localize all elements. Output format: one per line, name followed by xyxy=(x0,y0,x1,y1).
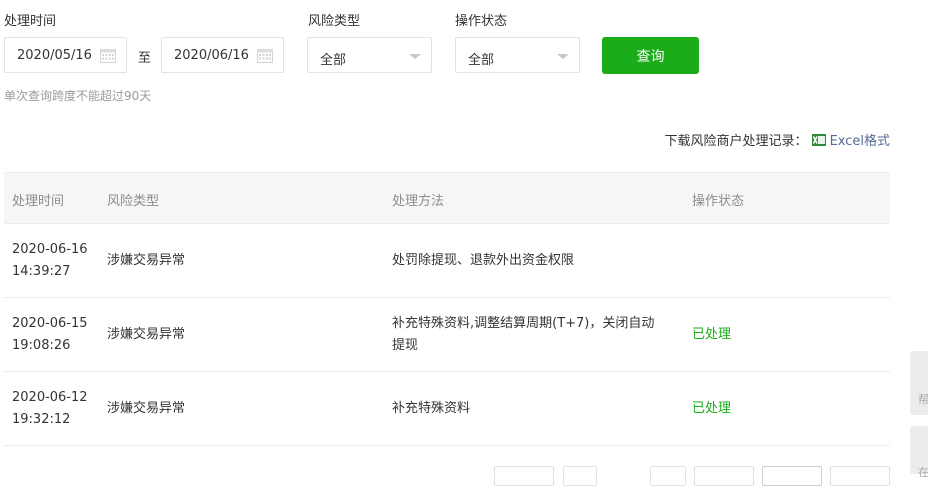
row-status: 已处理 xyxy=(692,401,732,416)
chevron-down-icon xyxy=(409,54,421,59)
row-time: 2020-06-15 19:08:26 xyxy=(12,316,88,353)
start-date-input[interactable]: 2020/05/16 xyxy=(4,37,127,73)
risk-type-value: 全部 xyxy=(320,53,347,68)
side-online-tab[interactable]: 在 xyxy=(910,426,928,479)
status-select[interactable]: 全部 xyxy=(455,37,580,73)
time-filter-label: 处理时间 xyxy=(4,14,57,29)
side-help-tab[interactable]: 帮 xyxy=(910,351,928,415)
table-header: 处理时间 风险类型 处理方法 操作状态 xyxy=(4,172,890,224)
table-row: 2020-06-16 14:39:27 涉嫌交易异常 处罚除提现、退款外出资金权… xyxy=(4,224,890,298)
status-filter-label: 操作状态 xyxy=(455,14,508,29)
pagination-prev-button[interactable] xyxy=(494,466,554,486)
column-header-time: 处理时间 xyxy=(12,194,65,209)
column-header-status: 操作状态 xyxy=(692,194,745,209)
start-date-value: 2020/05/16 xyxy=(17,48,92,63)
pagination-next-button[interactable] xyxy=(694,466,754,486)
column-header-risk-type: 风险类型 xyxy=(107,194,160,209)
side-online-label: 在 xyxy=(918,466,928,479)
pagination-page-button[interactable] xyxy=(650,466,686,486)
row-risk-type: 涉嫌交易异常 xyxy=(107,253,186,268)
table-row: 2020-06-15 19:08:26 涉嫌交易异常 补充特殊资料,调整结算周期… xyxy=(4,298,890,372)
end-date-input[interactable]: 2020/06/16 xyxy=(161,37,284,73)
risk-type-select[interactable]: 全部 xyxy=(307,37,432,73)
query-range-hint: 单次查询跨度不能超过90天 xyxy=(4,89,152,103)
row-risk-type: 涉嫌交易异常 xyxy=(107,327,186,342)
side-help-label: 帮 xyxy=(918,393,928,406)
column-header-method: 处理方法 xyxy=(392,194,445,209)
date-range-separator: 至 xyxy=(138,51,152,66)
risk-type-filter-label: 风险类型 xyxy=(308,14,361,29)
table-row: 2020-06-12 19:32:12 涉嫌交易异常 补充特殊资料 已处理 xyxy=(4,372,890,446)
status-value: 全部 xyxy=(468,53,495,68)
query-button[interactable]: 查询 xyxy=(602,37,699,74)
pagination-page-button[interactable] xyxy=(563,466,597,486)
row-time: 2020-06-12 19:32:12 xyxy=(12,390,88,427)
excel-icon[interactable] xyxy=(811,133,826,146)
row-status: 已处理 xyxy=(692,327,732,342)
end-date-value: 2020/06/16 xyxy=(174,48,249,63)
row-time: 2020-06-16 14:39:27 xyxy=(12,242,88,279)
calendar-icon[interactable] xyxy=(100,48,116,63)
row-risk-type: 涉嫌交易异常 xyxy=(107,401,186,416)
excel-download-link[interactable]: Excel格式 xyxy=(830,130,890,149)
calendar-icon[interactable] xyxy=(257,48,273,63)
row-method: 补充特殊资料,调整结算周期(T+7)，关闭自动提现 xyxy=(392,316,655,353)
row-method: 处罚除提现、退款外出资金权限 xyxy=(392,253,575,268)
pagination-go-button[interactable] xyxy=(830,466,890,486)
download-label: 下载风险商户处理记录： xyxy=(664,134,808,149)
download-record: 下载风险商户处理记录： Excel格式 xyxy=(665,130,890,149)
row-method: 补充特殊资料 xyxy=(392,401,471,416)
chevron-down-icon xyxy=(557,54,569,59)
pagination-jump-input[interactable] xyxy=(762,466,822,486)
